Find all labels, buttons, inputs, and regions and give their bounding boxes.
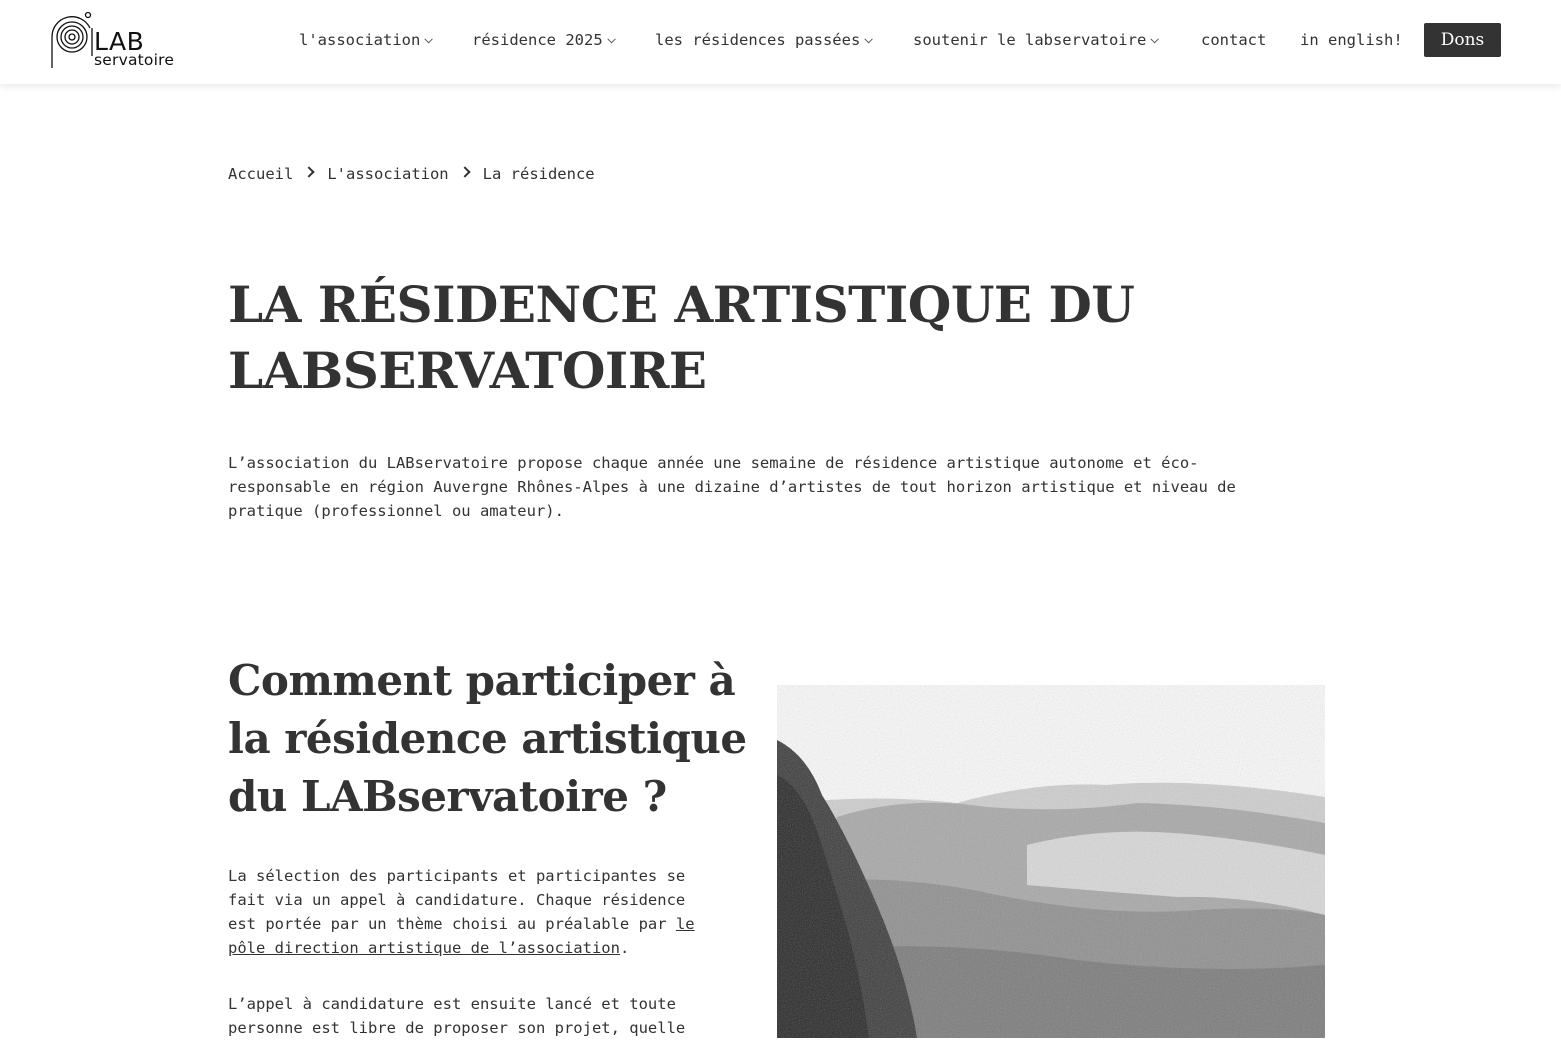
nav-item-label: in english!	[1300, 31, 1403, 49]
breadcrumb-home-link[interactable]: Accueil	[228, 165, 293, 183]
chevron-down-icon	[864, 34, 874, 44]
paragraph-text: La sélection des participants et partici…	[228, 867, 686, 933]
nav-item-contact[interactable]: contact	[1201, 31, 1266, 49]
breadcrumb-association-link[interactable]: L'association	[327, 165, 448, 183]
nav-item-association[interactable]: l'association	[299, 31, 434, 49]
landscape-photo	[777, 685, 1325, 1038]
nav-item-label: soutenir le labservatoire	[913, 31, 1147, 49]
site-logo[interactable]: LAB servatoire	[50, 11, 190, 71]
page-title: LA RÉSIDENCE ARTISTIQUE DU LABSERVATOIRE	[228, 275, 1135, 400]
breadcrumb-current: La résidence	[482, 164, 595, 183]
nav-item-english[interactable]: in english!	[1300, 31, 1403, 49]
paragraph-text-end: .	[619, 939, 630, 957]
chevron-down-icon	[606, 34, 616, 44]
logo-rings-icon	[51, 11, 93, 68]
nav-item-residences-passees[interactable]: les résidences passées	[655, 31, 874, 49]
nav-item-label: l'association	[299, 31, 421, 49]
nav-item-residence-2025[interactable]: résidence 2025	[472, 31, 616, 49]
nav-item-soutenir[interactable]: soutenir le labservatoire	[913, 31, 1160, 49]
chevron-right-icon	[458, 165, 471, 178]
logo-text-servatoire: servatoire	[94, 51, 175, 69]
donate-button[interactable]: Dons	[1424, 23, 1501, 57]
nav-item-label: les résidences passées	[655, 31, 861, 49]
section-heading: Comment participer à la résidence artist…	[228, 656, 747, 821]
chevron-down-icon	[424, 34, 434, 44]
intro-paragraph: L’association du LABservatoire propose c…	[228, 454, 1236, 520]
selection-paragraph: La sélection des participants et partici…	[228, 864, 718, 960]
nav-item-label: résidence 2025	[472, 31, 603, 49]
chevron-down-icon	[1150, 34, 1160, 44]
site-header: LAB servatoire l'association résidence 2…	[0, 0, 1561, 84]
breadcrumb: Accueil L'association La résidence	[228, 164, 595, 183]
landscape-image	[777, 685, 1325, 1038]
nav-item-label: contact	[1201, 31, 1267, 49]
chevron-right-icon	[303, 165, 315, 178]
call-paragraph: L’appel à candidature est ensuite lancé …	[228, 995, 686, 1037]
